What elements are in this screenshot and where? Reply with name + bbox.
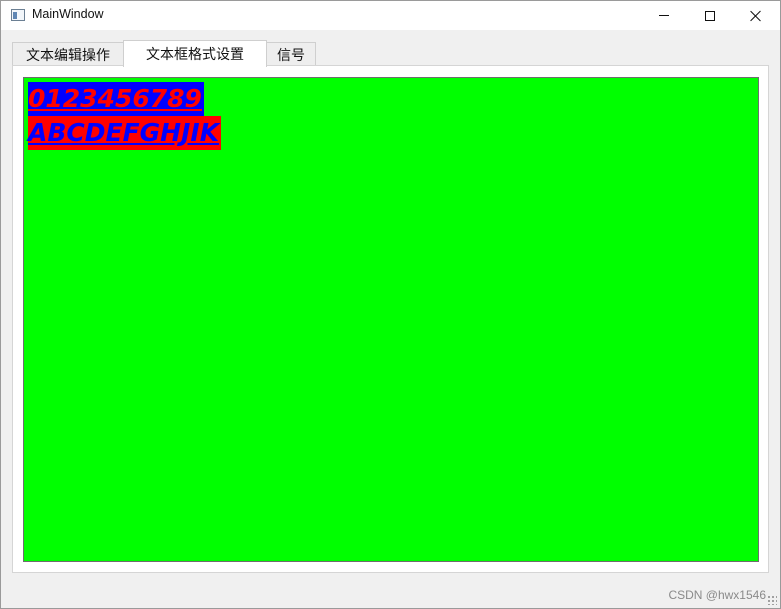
app-window-icon	[11, 9, 25, 21]
tab-text-format-settings[interactable]: 文本框格式设置	[123, 40, 267, 67]
maximize-icon	[705, 10, 715, 21]
text-line-letters[interactable]: ABCDEFGHJIK	[28, 116, 222, 150]
title-bar[interactable]: MainWindow	[1, 1, 780, 30]
minimize-button[interactable]	[641, 1, 687, 30]
tab-content-pane: 0123456789 ABCDEFGHJIK	[12, 65, 769, 573]
text-edit[interactable]: 0123456789 ABCDEFGHJIK	[23, 77, 759, 562]
resize-grip[interactable]	[767, 595, 777, 605]
watermark: CSDN @hwx1546	[668, 588, 766, 602]
minimize-icon	[659, 15, 669, 16]
close-button[interactable]	[733, 1, 779, 30]
tab-signals[interactable]: 信号	[266, 42, 316, 66]
tab-text-edit-operations[interactable]: 文本编辑操作	[12, 42, 124, 66]
window-title: MainWindow	[32, 7, 104, 21]
text-line-digits[interactable]: 0123456789	[28, 82, 204, 116]
close-icon	[750, 10, 762, 22]
maximize-button[interactable]	[687, 1, 733, 30]
